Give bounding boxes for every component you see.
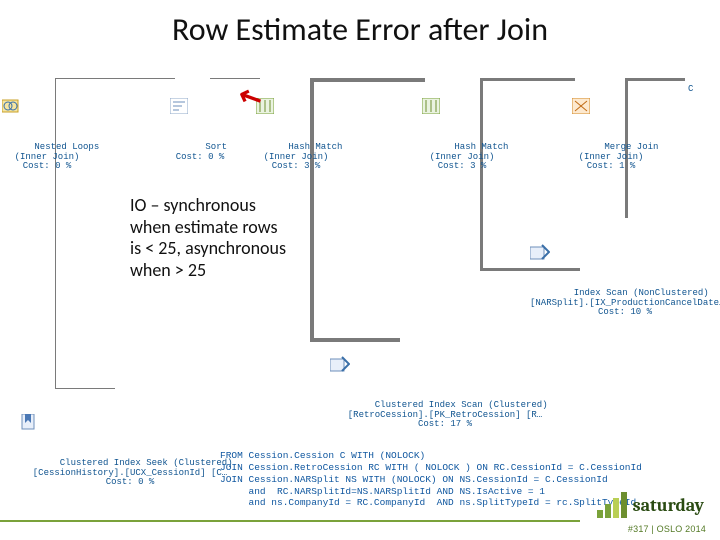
note-line: when > 25	[130, 260, 330, 282]
plan-node-cost: Cost: 17 %	[418, 419, 472, 429]
note-line: is < 25, asynchronous	[130, 238, 330, 260]
index-scan-icon	[530, 225, 720, 279]
plan-node-cession: Cess C	[688, 66, 720, 104]
footer-logo: saturday	[597, 492, 704, 518]
nested-loops-icon	[2, 79, 92, 133]
plan-node-cost: Cost: 1 %	[587, 161, 636, 171]
plan-node-hash-match-1: Hash Match (Inner Join) Cost: 3 %	[256, 60, 336, 181]
plan-node-cost: Cost: 0 %	[106, 477, 155, 487]
hash-match-icon	[422, 79, 502, 133]
clustered-index-scan-icon	[330, 337, 560, 391]
logo-bars-icon	[597, 492, 627, 518]
hash-match-icon	[256, 79, 336, 133]
sql-source: FROM Cession.Cession C WITH (NOLOCK) JOI…	[220, 438, 642, 521]
sql-line: JOIN Cession.RetroCession RC WITH ( NOLO…	[220, 462, 642, 473]
plan-node-index-scan: Index Scan (NonClustered) [NARSplit].[IX…	[530, 206, 720, 327]
footer-divider	[0, 520, 580, 522]
plan-node-hash-match-2: Hash Match (Inner Join) Cost: 3 %	[422, 60, 502, 181]
plan-node-sort: Sort Cost: 0 %	[170, 60, 230, 171]
execution-plan: Nested Loops (Inner Join) Cost: 0 % Sort…	[0, 60, 720, 440]
plan-node-cost: Cost: 3 %	[438, 161, 487, 171]
plan-node-cost: Cost: 0 %	[23, 161, 72, 171]
footer-brand: saturday	[633, 495, 704, 516]
slide-title: Row Estimate Error after Join	[0, 10, 720, 49]
plan-node-cost: Cost: 0 %	[176, 152, 225, 162]
footer-caption: #317 | OSLO 2014	[628, 524, 706, 534]
plan-node-clustered-index-scan: Clustered Index Scan (Clustered) [RetroC…	[330, 318, 560, 439]
plan-node-nested-loops: Nested Loops (Inner Join) Cost: 0 %	[2, 60, 92, 181]
clustered-index-seek-icon	[20, 395, 240, 449]
note-line: IO – synchronous	[130, 195, 330, 217]
note-line: when estimate rows	[130, 217, 330, 239]
plan-node-cost: Cost: 3 %	[272, 161, 321, 171]
sql-line: JOIN Cession.NARSplit NS WITH (NOLOCK) O…	[220, 474, 608, 485]
merge-join-icon	[572, 79, 650, 133]
plan-node-clustered-index-seek: Clustered Index Seek (Clustered) [Cessio…	[20, 376, 240, 497]
plan-node-merge-join: Merge Join (Inner Join) Cost: 1 %	[572, 60, 650, 181]
io-note: IO – synchronous when estimate rows is <…	[130, 195, 330, 281]
plan-node-cost: Cost: 10 %	[598, 307, 652, 317]
sort-icon	[170, 79, 230, 133]
sql-line: and RC.NARSplitId=NS.NARSplitId AND NS.I…	[220, 486, 545, 497]
sql-line: FROM Cession.Cession C WITH (NOLOCK)	[220, 450, 425, 461]
sql-line: and ns.CompanyId = RC.CompanyId AND ns.S…	[220, 497, 636, 508]
plan-node-sublabel: C	[688, 84, 693, 94]
